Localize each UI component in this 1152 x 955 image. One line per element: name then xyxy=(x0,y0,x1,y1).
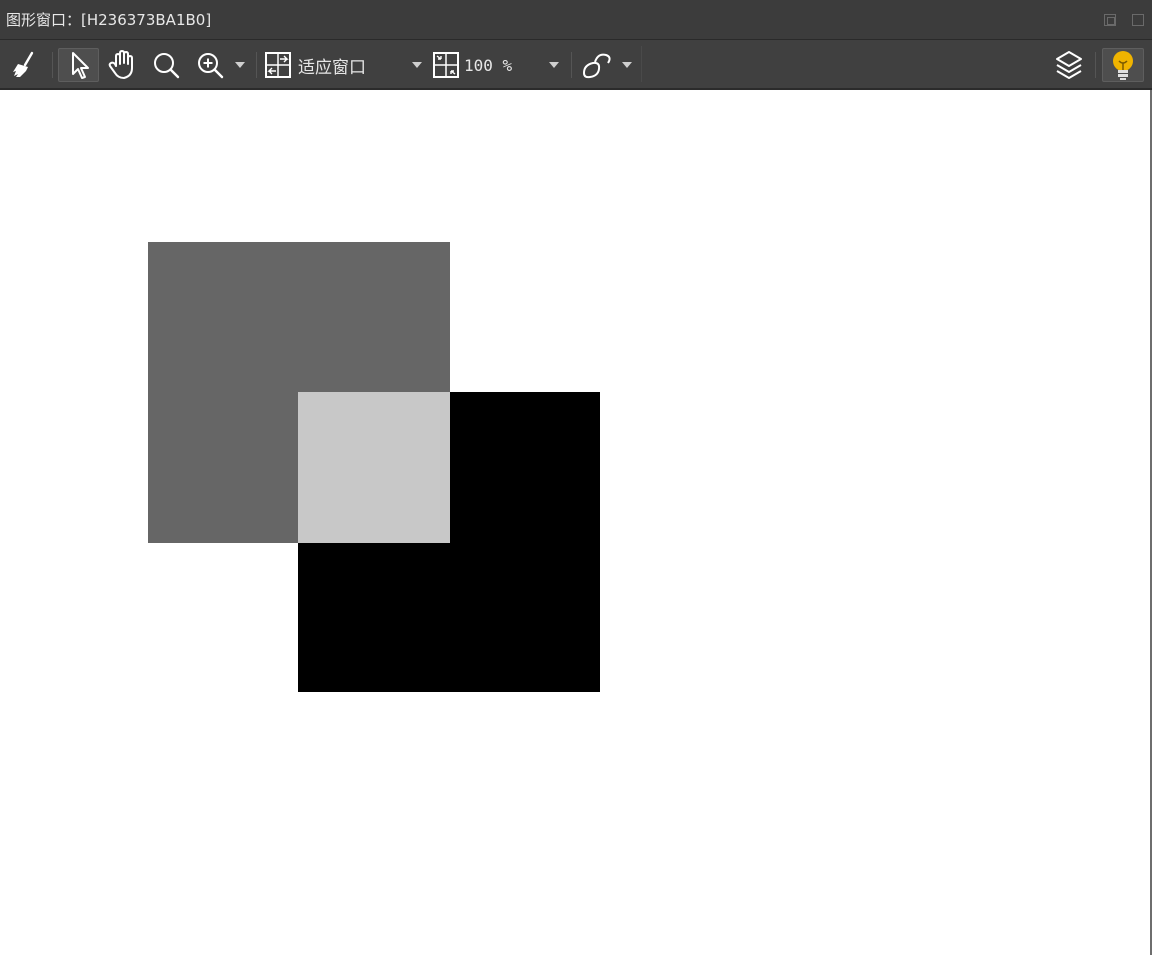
fit-window-icon xyxy=(265,52,291,78)
fit-mode-select[interactable]: 适应窗口 xyxy=(264,48,414,82)
lightbulb-icon[interactable] xyxy=(1102,48,1144,82)
magnify-icon[interactable] xyxy=(148,48,184,82)
maximize-icon[interactable] xyxy=(1132,14,1144,26)
fit-mode-label: 适应窗口 xyxy=(298,57,366,78)
window-titlebar: 图形窗口：[H236373BA1B0] xyxy=(0,0,1152,40)
zoom-percent-dropdown[interactable] xyxy=(545,48,563,82)
graphics-toolbar: 适应窗口 100 % xyxy=(0,40,1152,90)
chevron-down-icon xyxy=(235,62,245,68)
layers-icon[interactable] xyxy=(1052,48,1086,82)
zoom-dropdown-arrow[interactable] xyxy=(232,48,248,82)
freeform-shape-icon[interactable] xyxy=(578,48,616,82)
zoom-percent-value: 100 % xyxy=(464,55,513,75)
overlap-light-gray-square[interactable] xyxy=(298,392,450,543)
fit-mode-dropdown[interactable] xyxy=(408,48,426,82)
clear-broom-icon[interactable] xyxy=(8,48,42,82)
graphics-canvas[interactable] xyxy=(0,90,1150,955)
actual-size-icon xyxy=(433,52,459,78)
zoom-percent-select[interactable]: 100 % xyxy=(432,48,542,82)
select-pointer-icon[interactable] xyxy=(58,48,99,82)
window-title: 图形窗口：[H236373BA1B0] xyxy=(6,11,212,29)
restore-icon[interactable] xyxy=(1104,14,1116,26)
chevron-down-icon xyxy=(412,62,422,68)
zoom-in-icon[interactable] xyxy=(192,48,228,82)
chevron-down-icon xyxy=(549,62,559,68)
shape-dropdown[interactable] xyxy=(618,48,636,82)
pan-hand-icon[interactable] xyxy=(104,48,142,82)
chevron-down-icon xyxy=(622,62,632,68)
